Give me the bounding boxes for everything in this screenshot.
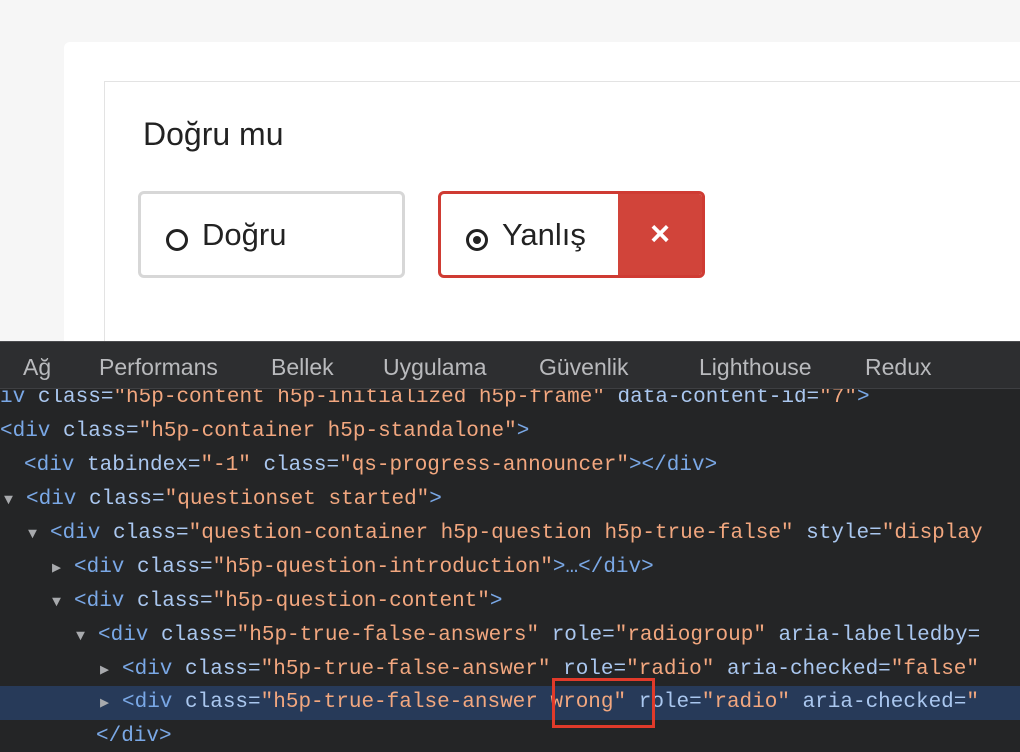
tab-security[interactable]: Güvenlik xyxy=(539,354,628,381)
radio-checked-icon xyxy=(466,229,488,251)
dom-node-line[interactable]: iv class="h5p-content h5p-initialized h5… xyxy=(0,389,1020,415)
collapsed-triangle-icon[interactable]: ▶ xyxy=(100,654,122,688)
answer-false-option-wrong[interactable]: Yanlış × xyxy=(438,191,705,278)
dom-node-line[interactable]: ▼ <div class="questionset started"> xyxy=(4,483,1020,517)
answer-true-option[interactable]: Doğru xyxy=(138,191,405,278)
dom-node-line[interactable]: ▶ <div class="h5p-question-introduction">… xyxy=(52,551,1020,585)
tab-network[interactable]: Ağ xyxy=(23,354,51,381)
answer-label: Yanlış xyxy=(502,217,586,252)
tab-lighthouse[interactable]: Lighthouse xyxy=(699,354,812,381)
highlight-box xyxy=(552,678,655,728)
tab-memory[interactable]: Bellek xyxy=(271,354,334,381)
h5p-preview: Doğru mu Doğru Yanlış × xyxy=(0,0,1020,341)
tab-performance[interactable]: Performans xyxy=(99,354,218,381)
radio-unchecked-icon xyxy=(166,229,188,251)
answer-label: Doğru xyxy=(202,217,287,252)
dom-node-line[interactable]: <div tabindex="-1" class="qs-progress-an… xyxy=(24,449,1020,483)
expanded-triangle-icon[interactable]: ▼ xyxy=(76,620,98,654)
collapsed-triangle-icon[interactable]: ▶ xyxy=(100,687,122,721)
dom-node-line[interactable]: ▼ <div class="question-container h5p-ques… xyxy=(28,517,1020,551)
expanded-triangle-icon[interactable]: ▼ xyxy=(4,484,26,518)
elements-tree: iv class="h5p-content h5p-initialized h5… xyxy=(0,389,1020,752)
dom-node-line-selected[interactable]: ▶ <div class="h5p-true-false-answer wrong… xyxy=(0,686,1020,720)
expanded-triangle-icon[interactable]: ▼ xyxy=(28,518,50,552)
wrong-x-icon: × xyxy=(618,194,702,275)
expanded-triangle-icon[interactable]: ▼ xyxy=(52,586,74,620)
question-title: Doğru mu xyxy=(143,116,284,152)
devtools-tab-bar: Ağ Performans Bellek Uygulama Güvenlik L… xyxy=(0,341,1020,389)
tab-redux[interactable]: Redux xyxy=(865,354,931,381)
dom-node-line[interactable]: <div class="h5p-container h5p-standalone… xyxy=(0,415,1020,449)
collapsed-triangle-icon[interactable]: ▶ xyxy=(52,552,74,586)
dom-node-line[interactable]: ▼ <div class="h5p-true-false-answers" rol… xyxy=(76,619,1020,653)
dom-node-line[interactable]: ▼ <div class="h5p-question-content"> xyxy=(52,585,1020,619)
tab-application[interactable]: Uygulama xyxy=(383,354,487,381)
